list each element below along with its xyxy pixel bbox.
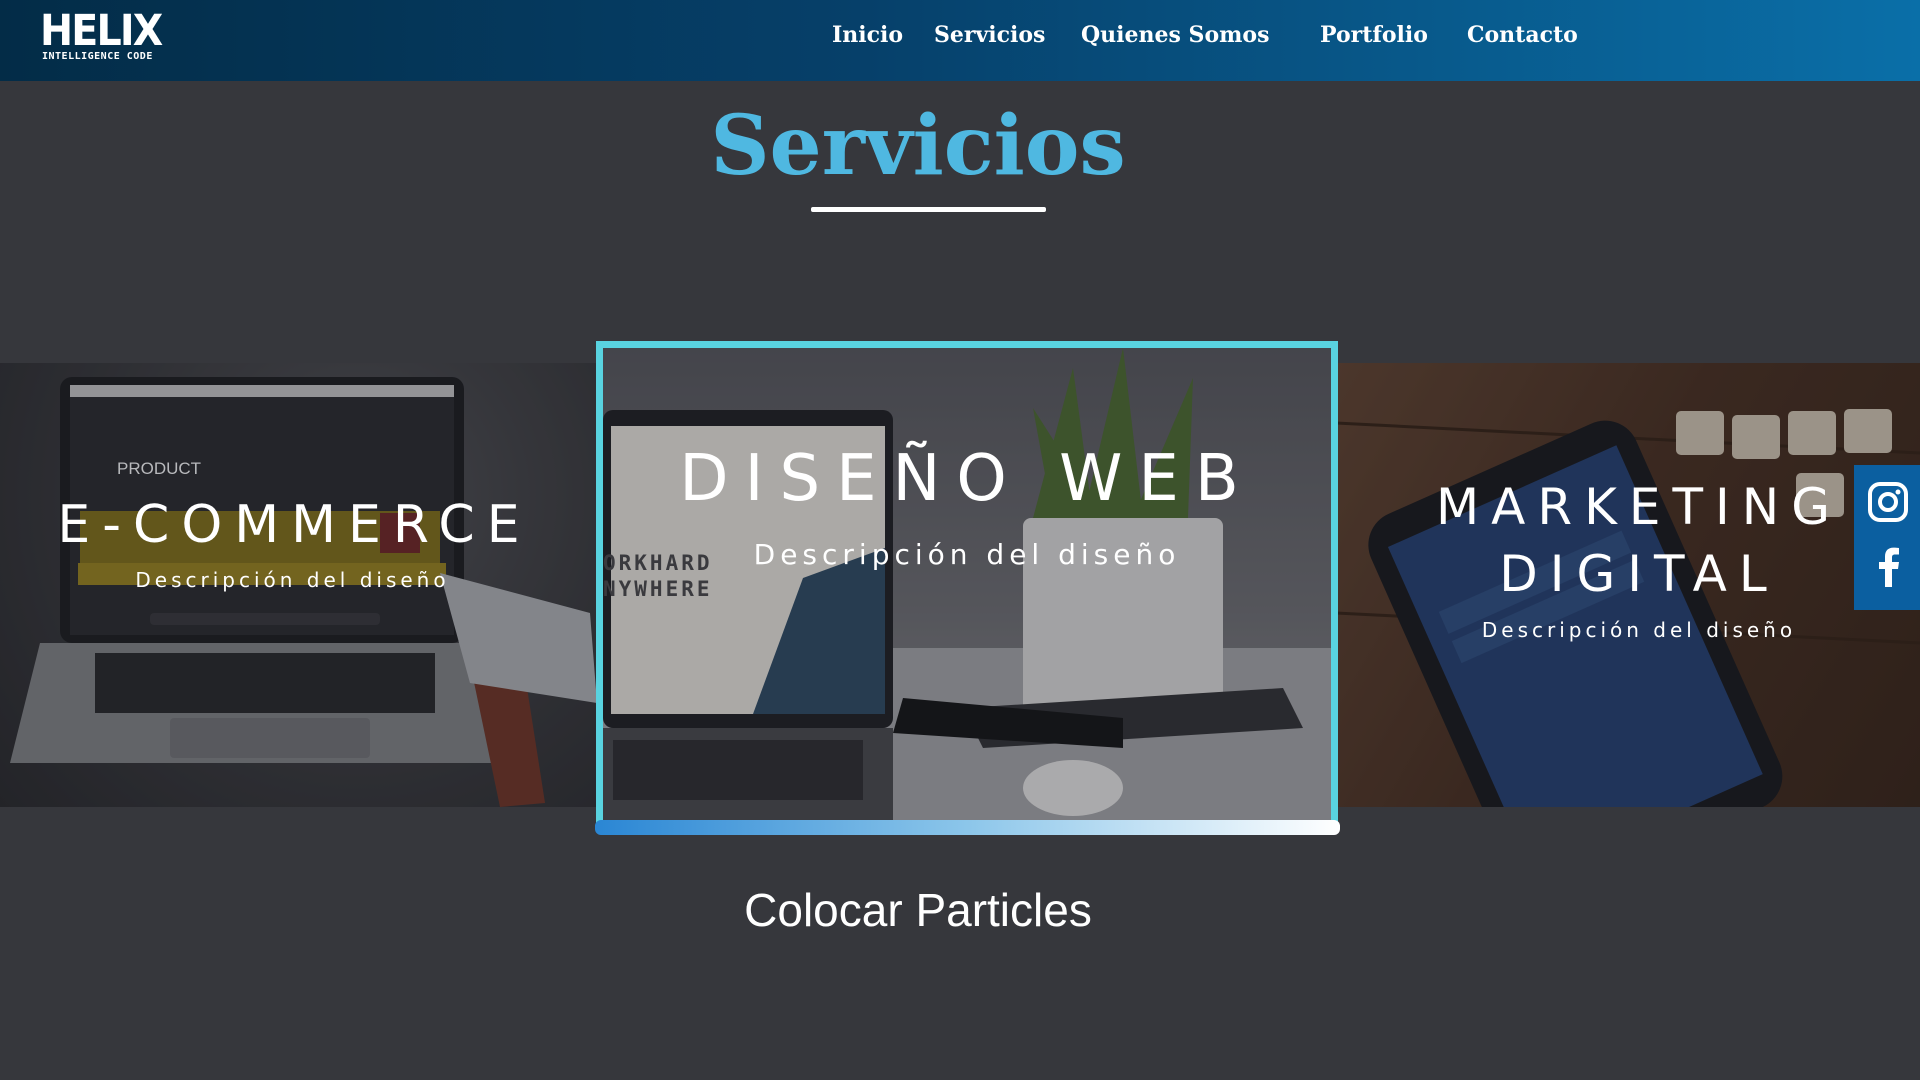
nav-link-servicios[interactable]: Servicios [934, 20, 1045, 50]
facebook-icon[interactable] [1878, 547, 1900, 591]
active-card-progress-bar [595, 820, 1340, 835]
card-title: DISEÑO WEB [679, 442, 1255, 516]
nav-link-quienes-somos[interactable]: Quienes Somos [1081, 20, 1269, 50]
section-title: Servicios [710, 98, 1126, 194]
service-card-diseno-web[interactable]: ORKHARD NYWHERE DISEÑO WEB Descripción d… [596, 341, 1338, 826]
nav-link-inicio[interactable]: Inicio [832, 20, 903, 50]
card-title: E-COMMERCE [57, 495, 532, 555]
logo-wordmark: HELIX [40, 6, 163, 56]
card-description: Descripción del diseño [1481, 618, 1797, 642]
top-navbar: HELIX INTELLIGENCE CODE Inicio Servicios… [0, 0, 1920, 81]
card-description: Descripción del diseño [753, 538, 1181, 571]
card-title-line2: DIGITAL [1499, 545, 1779, 603]
social-sidebar [1854, 465, 1920, 610]
laptop-screen-caption-2: NYWHERE [603, 577, 713, 601]
nav-link-portfolio[interactable]: Portfolio [1320, 20, 1428, 50]
card-description: Descripción del diseño [135, 568, 450, 592]
laptop-screen-caption: PRODUCT [117, 459, 202, 478]
card-title-line1: MARKETING [1436, 478, 1842, 536]
title-underline [811, 207, 1046, 212]
particles-placeholder-text: Colocar Particles [744, 884, 1092, 936]
logo-tagline: INTELLIGENCE CODE [42, 51, 153, 62]
instagram-icon[interactable] [1867, 481, 1909, 527]
helix-logo[interactable]: HELIX INTELLIGENCE CODE [40, 8, 180, 68]
service-card-marketing[interactable]: MARKETING DIGITAL Descripción del diseño [1336, 363, 1920, 807]
nav-link-contacto[interactable]: Contacto [1467, 20, 1578, 50]
service-card-ecommerce[interactable]: PRODUCT E-COMMERCE Descripción del diseñ… [0, 363, 597, 807]
